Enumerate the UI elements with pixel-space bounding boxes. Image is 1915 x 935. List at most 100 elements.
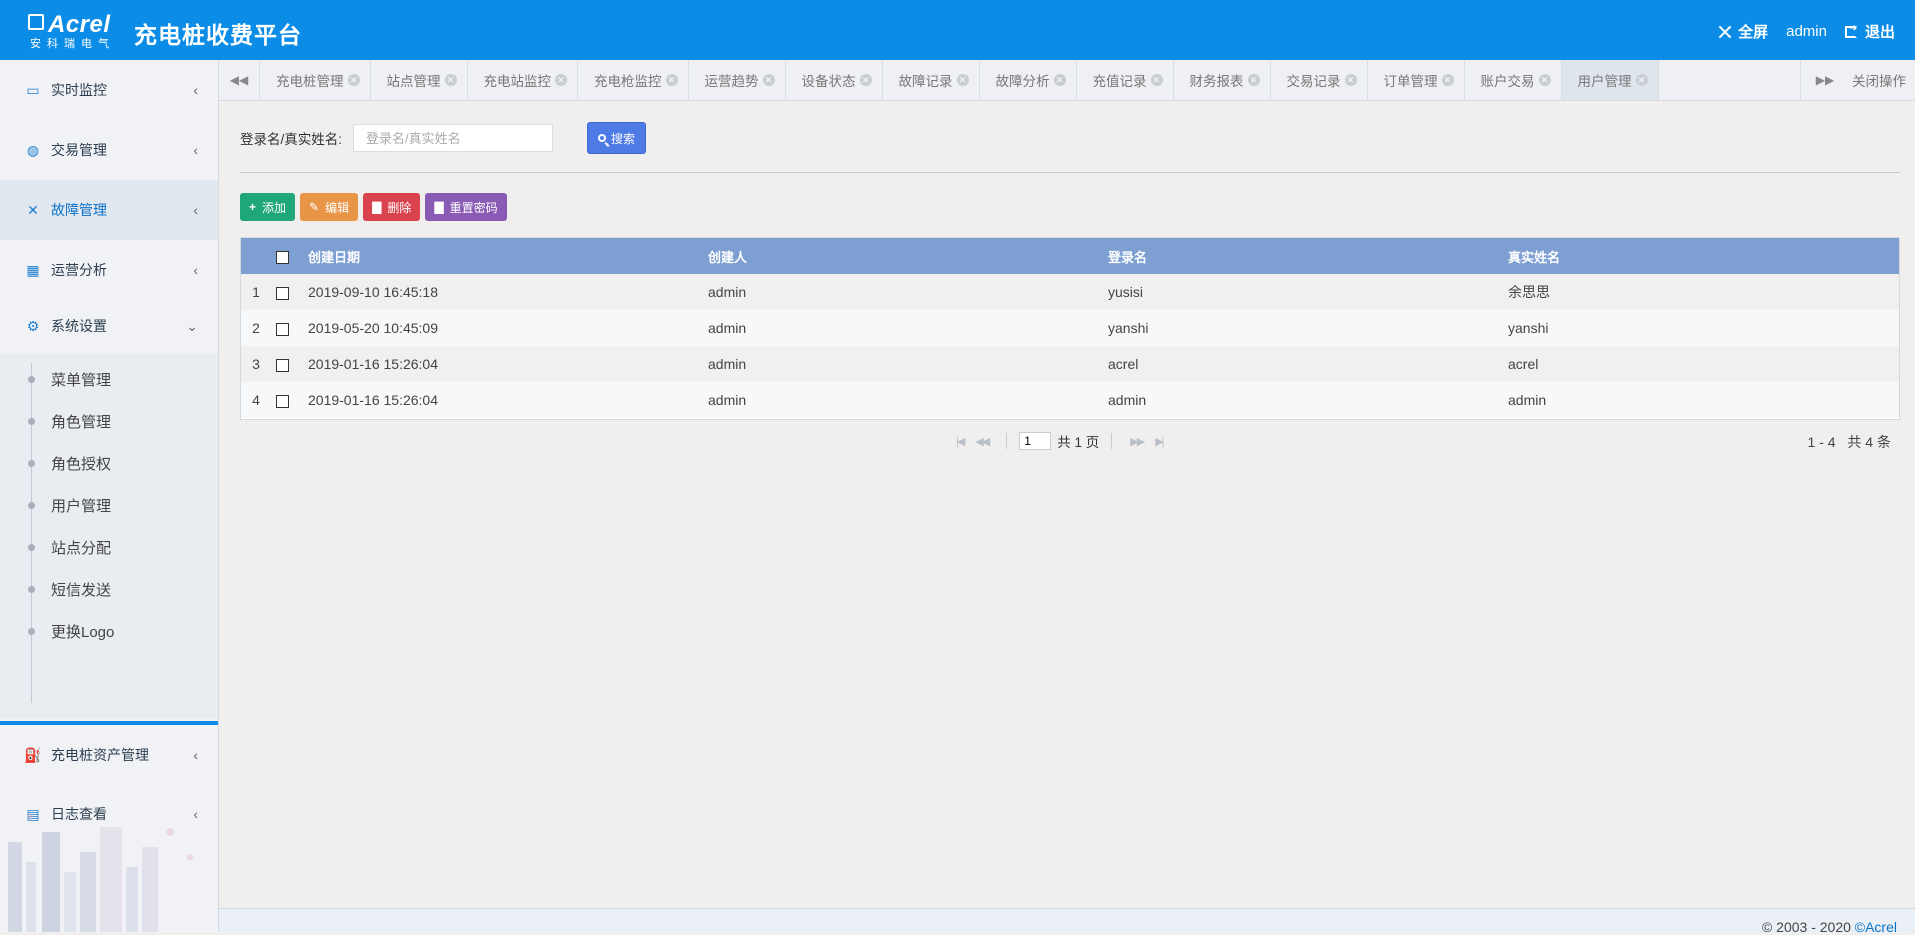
edit-button[interactable]: ✎ 编辑 — [300, 193, 359, 221]
add-button-label: 添加 — [262, 200, 287, 215]
chevron-down-icon: ⌄ — [186, 317, 198, 334]
close-icon[interactable]: ✕ — [1441, 74, 1454, 86]
plus-icon: + — [249, 200, 257, 214]
pager-total: 共 4 条 — [1847, 434, 1891, 450]
submenu-item-menu-management[interactable]: 菜单管理 — [0, 359, 218, 399]
table-row[interactable]: 3 2019-01-16 15:26:04 admin acrel acrel — [241, 346, 1899, 382]
close-icon[interactable]: ✕ — [1344, 74, 1357, 86]
add-button[interactable]: + 添加 — [240, 193, 296, 221]
index-header — [241, 238, 271, 274]
sidebar-item-label: 充电桩资产管理 — [51, 747, 149, 763]
submenu-item-sms-send[interactable]: 短信发送 — [0, 569, 218, 609]
close-icon[interactable]: ✕ — [347, 74, 360, 86]
close-icon[interactable]: ✕ — [762, 74, 775, 86]
gear-icon: ⚙ — [26, 317, 40, 334]
submenu-item-change-logo[interactable]: 更换Logo — [0, 611, 218, 651]
tab-financial-report[interactable]: 财务报表 ✕ — [1174, 60, 1271, 100]
column-header-creator[interactable]: 创建人 — [707, 238, 1107, 274]
user-name[interactable]: admin — [1786, 23, 1827, 40]
page-tabs-bar: ◀◀ 充电桩管理 ✕ 站点管理 ✕ 充电站监控 ✕ 充电枪监控 ✕ 运营趋势 ✕ 设备状态… — [219, 60, 1915, 101]
close-icon[interactable]: ✕ — [1538, 74, 1551, 86]
row-checkbox[interactable] — [276, 322, 289, 336]
tab-fault-records[interactable]: 故障记录 ✕ — [883, 60, 980, 100]
bullet-icon — [28, 543, 35, 551]
submenu-item-site-allocation[interactable]: 站点分配 — [0, 527, 218, 567]
row-checkbox[interactable] — [276, 358, 289, 372]
submenu-item-label: 用户管理 — [51, 497, 112, 515]
close-icon[interactable]: ✕ — [956, 74, 969, 86]
submenu-item-label: 更换Logo — [51, 623, 115, 641]
bullet-icon — [28, 585, 35, 593]
prev-page-icon[interactable]: ◀◀ — [975, 435, 990, 448]
close-icon[interactable]: ✕ — [665, 74, 678, 86]
first-page-icon[interactable]: |◀ — [956, 435, 965, 448]
select-all-checkbox[interactable] — [276, 250, 289, 264]
close-icon[interactable]: ✕ — [555, 74, 567, 86]
next-page-icon[interactable]: ▶▶ — [1130, 435, 1145, 448]
tab-device-status[interactable]: 设备状态 ✕ — [786, 60, 883, 100]
sidebar-item-system-settings[interactable]: ⚙ 系统设置 ⌄ — [0, 296, 218, 356]
tab-operation-trend[interactable]: 运营趋势 ✕ — [689, 60, 786, 100]
search-label: 登录名/真实姓名: — [240, 132, 343, 147]
sidebar-item-realtime-monitor[interactable]: ▭ 实时监控 ‹ — [0, 60, 218, 120]
close-icon[interactable]: ✕ — [859, 74, 872, 86]
sidebar-item-fault-management[interactable]: ✕ 故障管理 ‹ — [0, 180, 218, 240]
page-number-input[interactable] — [1019, 432, 1052, 450]
close-icon[interactable]: ✕ — [1053, 74, 1066, 86]
cell-login-name: admin — [1108, 392, 1147, 408]
submenu-item-role-authorization[interactable]: 角色授权 — [0, 443, 218, 483]
cell-real-name: 余思思 — [1508, 284, 1550, 300]
column-header-create-date[interactable]: 创建日期 — [307, 238, 707, 274]
search-button[interactable]: 搜索 — [587, 122, 647, 154]
search-form: 登录名/真实姓名: 搜索 — [240, 122, 647, 154]
table-row[interactable]: 2 2019-05-20 10:45:09 admin yanshi yansh… — [241, 310, 1899, 346]
tab-recharge-records[interactable]: 充值记录 ✕ — [1077, 60, 1174, 100]
tab-site-management[interactable]: 站点管理 ✕ — [371, 60, 468, 100]
submenu-item-role-management[interactable]: 角色管理 — [0, 401, 218, 441]
tabs-scroll-left-button[interactable]: ◀◀ — [219, 60, 260, 100]
tab-account-trade[interactable]: 账户交易 ✕ — [1465, 60, 1562, 100]
tab-station-monitor[interactable]: 充电站监控 ✕ — [468, 60, 578, 100]
reset-password-button[interactable]: ▇ 重置密码 — [425, 193, 507, 221]
search-icon — [598, 134, 607, 142]
close-icon[interactable]: ✕ — [444, 74, 457, 86]
sidebar-item-trade-management[interactable]: ◍ 交易管理 ‹ — [0, 120, 218, 180]
close-icon[interactable]: ✕ — [1150, 74, 1163, 86]
submenu-item-label: 站点分配 — [51, 539, 112, 557]
tabs-scroll-right-button[interactable]: ▶▶ — [1800, 60, 1849, 100]
logout-button[interactable]: 退出 — [1844, 21, 1895, 42]
tab-fault-analysis[interactable]: 故障分析 ✕ — [980, 60, 1077, 100]
sidebar-item-operation-analysis[interactable]: ▦ 运营分析 ‹ — [0, 240, 218, 300]
sidebar-item-charger-assets[interactable]: ⛽ 充电桩资产管理 ‹ — [0, 725, 218, 785]
tab-charger-management[interactable]: 充电桩管理 ✕ — [260, 60, 371, 100]
row-checkbox[interactable] — [276, 394, 289, 408]
tab-label: 充电枪监控 — [594, 74, 662, 89]
column-header-real-name[interactable]: 真实姓名 — [1507, 238, 1899, 274]
cell-creator: admin — [708, 356, 747, 372]
bullet-icon — [28, 459, 35, 467]
top-header: Acrel 安科瑞电气 充电桩收费平台 全屏 admin 退出 — [0, 0, 1915, 60]
table-row[interactable]: 4 2019-01-16 15:26:04 admin admin admin — [241, 382, 1899, 418]
close-operations-button[interactable]: 关闭操作 — [1849, 60, 1906, 100]
cell-create-date: 2019-01-16 15:26:04 — [308, 356, 438, 372]
submenu-item-user-management[interactable]: 用户管理 — [0, 485, 218, 525]
table-row[interactable]: 1 2019-09-10 16:45:18 admin yusisi 余思思 — [241, 274, 1899, 310]
close-icon[interactable]: ✕ — [1247, 74, 1260, 86]
last-page-icon[interactable]: ▶| — [1155, 435, 1164, 448]
bullet-icon — [28, 417, 35, 425]
tab-trade-records[interactable]: 交易记录 ✕ — [1271, 60, 1368, 100]
delete-button[interactable]: ▇ 删除 — [363, 193, 421, 221]
submenu-item-label: 菜单管理 — [51, 371, 112, 389]
tab-gun-monitor[interactable]: 充电枪监控 ✕ — [578, 60, 689, 100]
tab-user-management[interactable]: 用户管理 ✕ — [1561, 60, 1659, 100]
row-checkbox[interactable] — [276, 286, 289, 300]
acrel-link[interactable]: ©Acrel — [1855, 919, 1897, 935]
total-pages-text: 共 1 页 — [1057, 435, 1100, 450]
cell-creator: admin — [708, 392, 747, 408]
fullscreen-button[interactable]: 全屏 — [1717, 21, 1768, 42]
tab-label: 交易记录 — [1286, 74, 1341, 89]
search-input[interactable] — [353, 124, 554, 152]
close-icon[interactable]: ✕ — [1635, 74, 1648, 86]
column-header-login-name[interactable]: 登录名 — [1107, 238, 1507, 274]
tab-order-management[interactable]: 订单管理 ✕ — [1368, 60, 1465, 100]
